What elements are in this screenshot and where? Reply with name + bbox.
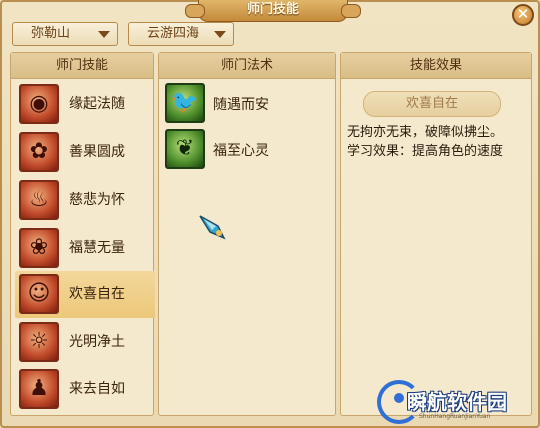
skill-row-shanguoyuancheng[interactable]: ✿ 善果圆成 [15, 129, 155, 176]
watermark-text: 瞬航软件园 [407, 390, 507, 414]
watermark-subtext: ShunHangRuanJianYuan [419, 413, 491, 420]
skill-row-guangmingjingtu[interactable]: ☼ 光明净土 [15, 319, 155, 366]
cursor-gem-icon [199, 215, 226, 240]
sun-flame-icon: ☼ [19, 322, 59, 362]
skills-panel-header: 师门技能 [11, 53, 153, 79]
chevron-down-icon [98, 31, 110, 38]
close-button[interactable]: ✕ [512, 4, 534, 26]
skill-label: 来去自如 [69, 381, 125, 397]
spell-row-suiyuerean[interactable]: 🐦 随遇而安 [163, 83, 333, 129]
spells-panel: 师门法术 🐦 随遇而安 ❦ 福至心灵 [158, 52, 336, 416]
fruit-icon: ✿ [19, 132, 59, 172]
flame-pillar-icon: ♨ [19, 180, 59, 220]
butterfly-icon: ❦ [165, 129, 205, 169]
sect-dropdown[interactable]: 弥勒山 [12, 22, 118, 46]
spell-label: 福至心灵 [213, 143, 269, 159]
spells-panel-header: 师门法术 [159, 53, 335, 79]
effect-description: 无拘亦无束，破障似拂尘。 学习效果：提高角色的速度 [347, 123, 525, 161]
skill-label: 福慧无量 [69, 240, 125, 256]
skill-label: 光明净土 [69, 334, 125, 350]
spell-label: 随遇而安 [213, 97, 269, 113]
skill-label: 善果圆成 [69, 144, 125, 160]
window-title: 师门技能 [185, 0, 361, 22]
chevron-down-icon [214, 31, 226, 38]
skill-label: 慈悲为怀 [69, 192, 125, 208]
skills-panel: 师门技能 ◉ 缘起法随 ✿ 善果圆成 ♨ 慈悲为怀 ❀ 福慧无量 ☺ 欢喜自在 … [10, 52, 155, 416]
figure-icon: ♟ [19, 369, 59, 409]
skill-row-laiqiziru[interactable]: ♟ 来去自如 [15, 366, 155, 413]
effect-panel: 技能效果 欢喜自在 无拘亦无束，破障似拂尘。 学习效果：提高角色的速度 [340, 52, 532, 416]
skills-window: 师门技能 ✕ 弥勒山 云游四海 师门技能 ◉ 缘起法随 ✿ 善果圆成 ♨ 慈悲为… [0, 0, 540, 428]
effect-skill-name: 欢喜自在 [363, 91, 501, 117]
effect-description-line2: 学习效果：提高角色的速度 [347, 144, 504, 159]
bird-icon: 🐦 [165, 83, 205, 123]
watermark-dot-icon [394, 393, 404, 403]
skill-row-huanxizizai[interactable]: ☺ 欢喜自在 [15, 271, 155, 318]
sect-dropdown-value: 弥勒山 [31, 26, 71, 41]
spell-row-fuzhixinling[interactable]: ❦ 福至心灵 [163, 129, 333, 175]
skill-row-fuhuiwuliang[interactable]: ❀ 福慧无量 [15, 225, 155, 272]
region-dropdown[interactable]: 云游四海 [128, 22, 234, 46]
lotus-hand-icon: ◉ [19, 84, 59, 124]
flower-icon: ❀ [19, 228, 59, 268]
buddha-icon: ☺ [19, 274, 59, 314]
effect-panel-header: 技能效果 [341, 53, 531, 79]
skill-label: 缘起法随 [69, 96, 125, 112]
skill-row-yuanqifasui[interactable]: ◉ 缘起法随 [15, 81, 155, 128]
watermark-logo: 瞬航软件园 ShunHangRuanJianYuan [377, 380, 537, 426]
skill-label: 欢喜自在 [69, 286, 125, 302]
effect-description-line1: 无拘亦无束，破障似拂尘。 [347, 125, 504, 140]
region-dropdown-value: 云游四海 [147, 26, 200, 41]
skill-row-cibeiweihuai[interactable]: ♨ 慈悲为怀 [15, 177, 155, 224]
